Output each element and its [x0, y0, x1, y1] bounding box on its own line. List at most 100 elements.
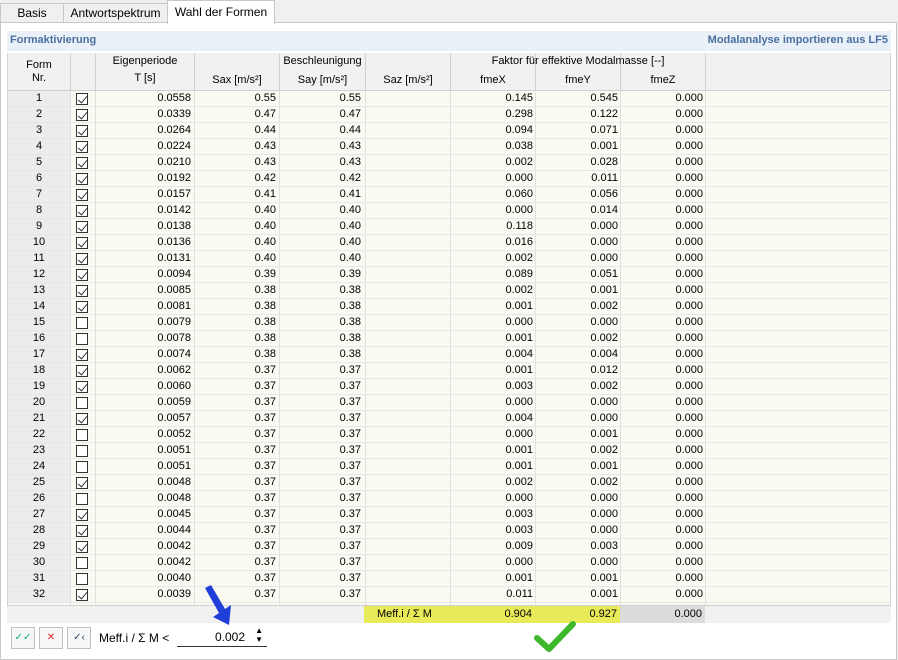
row-nr: 24: [8, 459, 70, 474]
cell-say: 0.37: [339, 508, 361, 520]
cell-fmez: 0.000: [675, 108, 703, 120]
select-by-criterion-icon[interactable]: ✓‹: [67, 627, 91, 649]
mode-checkbox[interactable]: [76, 429, 88, 441]
cell-fmex: 0.298: [505, 108, 533, 120]
mode-checkbox[interactable]: [76, 253, 88, 265]
row-nr: 17: [8, 347, 70, 362]
mode-checkbox[interactable]: [76, 557, 88, 569]
cell-say: 0.40: [339, 220, 361, 232]
mode-checkbox[interactable]: [76, 237, 88, 249]
mode-checkbox[interactable]: [76, 413, 88, 425]
mode-checkbox[interactable]: [76, 509, 88, 521]
mode-checkbox[interactable]: [76, 141, 88, 153]
cell-t: 0.0045: [157, 508, 191, 520]
table-row: 27 0.0045 0.37 0.37 0.003 0.000 0.000: [8, 507, 890, 523]
mode-checkbox[interactable]: [76, 525, 88, 537]
cell-fmex: 0.016: [505, 236, 533, 248]
spin-arrows-icon[interactable]: ▲ ▼: [255, 626, 263, 644]
mode-checkbox[interactable]: [76, 573, 88, 585]
mode-checkbox[interactable]: [76, 541, 88, 553]
table-row: 19 0.0060 0.37 0.37 0.003 0.002 0.000: [8, 379, 890, 395]
cell-fmez: 0.000: [675, 156, 703, 168]
cell-sax: 0.40: [254, 236, 276, 248]
cell-fmey: 0.122: [590, 108, 618, 120]
table-row: 11 0.0131 0.40 0.40 0.002 0.000 0.000: [8, 251, 890, 267]
row-nr: 15: [8, 315, 70, 330]
mode-checkbox[interactable]: [76, 317, 88, 329]
cell-t: 0.0079: [157, 316, 191, 328]
mode-checkbox[interactable]: [76, 493, 88, 505]
cell-fmez: 0.000: [675, 492, 703, 504]
cell-t: 0.0136: [157, 236, 191, 248]
mode-checkbox[interactable]: [76, 285, 88, 297]
mode-checkbox[interactable]: [76, 461, 88, 473]
cell-fmex: 0.003: [505, 380, 533, 392]
row-nr: 29: [8, 539, 70, 554]
mode-checkbox[interactable]: [76, 189, 88, 201]
mode-checkbox[interactable]: [76, 445, 88, 457]
table-header: Form Nr. Eigenperiode T [s] Beschleunigu…: [8, 53, 890, 91]
mode-checkbox[interactable]: [76, 157, 88, 169]
mode-checkbox[interactable]: [76, 269, 88, 281]
mode-checkbox[interactable]: [76, 221, 88, 233]
row-nr: 4: [8, 139, 70, 154]
sum-fmex: 0.904: [504, 608, 532, 620]
mode-checkbox[interactable]: [76, 365, 88, 377]
cell-fmey: 0.001: [590, 428, 618, 440]
row-nr: 1: [8, 91, 70, 106]
cell-say: 0.41: [339, 188, 361, 200]
cell-sax: 0.38: [254, 300, 276, 312]
cell-t: 0.0048: [157, 492, 191, 504]
cell-t: 0.0057: [157, 412, 191, 424]
mode-checkbox[interactable]: [76, 477, 88, 489]
tab-antwortspektrum[interactable]: Antwortspektrum: [63, 3, 168, 23]
mode-checkbox[interactable]: [76, 589, 88, 601]
cell-fmey: 0.545: [590, 92, 618, 104]
import-link[interactable]: Modalanalyse importieren aus LF5: [708, 34, 888, 46]
cell-fmey: 0.011: [591, 172, 618, 184]
cell-fmey: 0.000: [590, 236, 618, 248]
mode-checkbox[interactable]: [76, 93, 88, 105]
cell-say: 0.47: [339, 108, 361, 120]
blue-arrow-icon: [205, 585, 231, 625]
table-row: 13 0.0085 0.38 0.38 0.002 0.001 0.000: [8, 283, 890, 299]
cell-sax: 0.38: [254, 284, 276, 296]
cell-fmez: 0.000: [675, 396, 703, 408]
cell-fmey: 0.001: [590, 572, 618, 584]
cell-fmez: 0.000: [675, 140, 703, 152]
criterion-input[interactable]: 0.002 ▲ ▼: [177, 626, 267, 647]
mode-checkbox[interactable]: [76, 301, 88, 313]
mode-checkbox[interactable]: [76, 381, 88, 393]
table-row: 18 0.0062 0.37 0.37 0.001 0.012 0.000: [8, 363, 890, 379]
cell-fmey: 0.001: [590, 140, 618, 152]
cell-fmez: 0.000: [675, 428, 703, 440]
cell-fmex: 0.004: [505, 412, 533, 424]
deselect-all-icon[interactable]: ✕: [39, 627, 63, 649]
cell-fmez: 0.000: [675, 556, 703, 568]
cell-fmex: 0.001: [505, 572, 533, 584]
cell-fmex: 0.118: [506, 220, 533, 232]
mode-checkbox[interactable]: [76, 349, 88, 361]
cell-sax: 0.40: [254, 204, 276, 216]
cell-fmez: 0.000: [675, 444, 703, 456]
mode-checkbox[interactable]: [76, 397, 88, 409]
row-nr: 22: [8, 427, 70, 442]
mode-checkbox[interactable]: [76, 109, 88, 121]
cell-sax: 0.37: [254, 492, 276, 504]
mode-checkbox[interactable]: [76, 333, 88, 345]
cell-t: 0.0339: [157, 108, 191, 120]
tab-basis[interactable]: Basis: [0, 3, 64, 23]
cell-fmey: 0.002: [590, 380, 618, 392]
select-all-icon[interactable]: ✓✓: [11, 627, 35, 649]
cell-sax: 0.40: [254, 220, 276, 232]
table-row: 9 0.0138 0.40 0.40 0.118 0.000 0.000: [8, 219, 890, 235]
cell-sax: 0.44: [254, 124, 276, 136]
cell-fmex: 0.089: [505, 268, 533, 280]
cell-fmez: 0.000: [675, 540, 703, 552]
row-nr: 16: [8, 331, 70, 346]
mode-checkbox[interactable]: [76, 173, 88, 185]
tab-wahl-der-formen[interactable]: Wahl der Formen: [167, 0, 275, 24]
mode-checkbox[interactable]: [76, 205, 88, 217]
cell-sax: 0.37: [254, 396, 276, 408]
mode-checkbox[interactable]: [76, 125, 88, 137]
